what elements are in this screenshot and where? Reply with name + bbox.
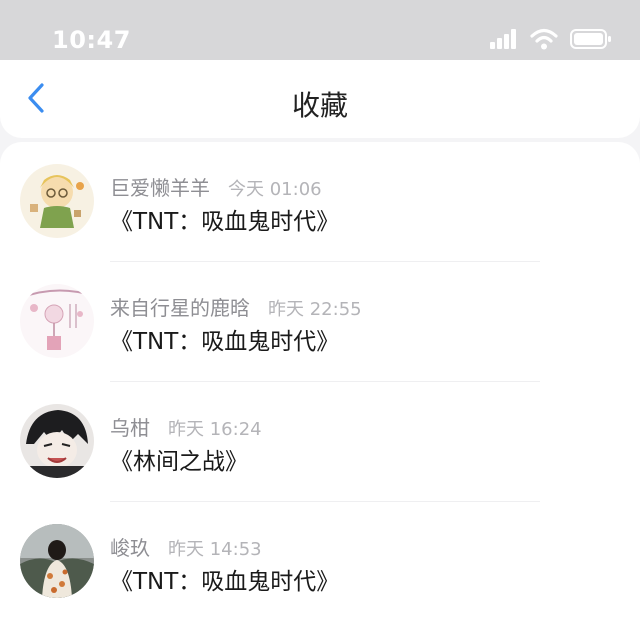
wifi-icon: [530, 28, 558, 54]
meta-line: 来自行星的鹿晗 昨天 22:55: [110, 292, 362, 321]
status-icons: [490, 28, 612, 54]
list-item[interactable]: 峻玖 昨天 14:53 《TNT：吸血鬼时代》: [0, 502, 640, 622]
status-time: 10:47: [52, 26, 131, 54]
signal-icon: [490, 29, 518, 53]
list-item[interactable]: 乌柑 昨天 16:24 《林间之战》: [0, 382, 640, 502]
avatar[interactable]: [20, 164, 94, 238]
meta-line: 巨爱懒羊羊 今天 01:06: [110, 172, 322, 201]
timestamp: 昨天 22:55: [268, 299, 362, 320]
meta-line: 峻玖 昨天 14:53: [110, 532, 262, 561]
book-title[interactable]: 《TNT：吸血鬼时代》: [110, 562, 339, 596]
timestamp: 昨天 16:24: [168, 419, 262, 440]
book-title[interactable]: 《TNT：吸血鬼时代》: [110, 202, 339, 236]
book-title[interactable]: 《TNT：吸血鬼时代》: [110, 322, 339, 356]
meta-line: 乌柑 昨天 16:24: [110, 412, 262, 441]
battery-icon: [570, 28, 612, 54]
timestamp: 昨天 14:53: [168, 539, 262, 560]
status-bar: 10:47: [0, 0, 640, 60]
avatar[interactable]: [20, 284, 94, 358]
avatar[interactable]: [20, 524, 94, 598]
page-title: 收藏: [291, 89, 348, 122]
nav-bar: 收藏: [0, 60, 640, 138]
user-name[interactable]: 来自行星的鹿晗: [110, 292, 250, 321]
user-name[interactable]: 峻玖: [110, 532, 150, 561]
list-item[interactable]: 来自行星的鹿晗 昨天 22:55 《TNT：吸血鬼时代》: [0, 262, 640, 382]
timestamp: 今天 01:06: [228, 179, 322, 200]
book-title[interactable]: 《林间之战》: [110, 442, 248, 476]
favorites-list: 巨爱懒羊羊 今天 01:06 《TNT：吸血鬼时代》 来自行星的鹿晗 昨天 22…: [0, 142, 640, 632]
avatar[interactable]: [20, 404, 94, 478]
user-name[interactable]: 乌柑: [110, 412, 150, 441]
user-name[interactable]: 巨爱懒羊羊: [110, 172, 210, 201]
list-item[interactable]: 巨爱懒羊羊 今天 01:06 《TNT：吸血鬼时代》: [0, 142, 640, 262]
